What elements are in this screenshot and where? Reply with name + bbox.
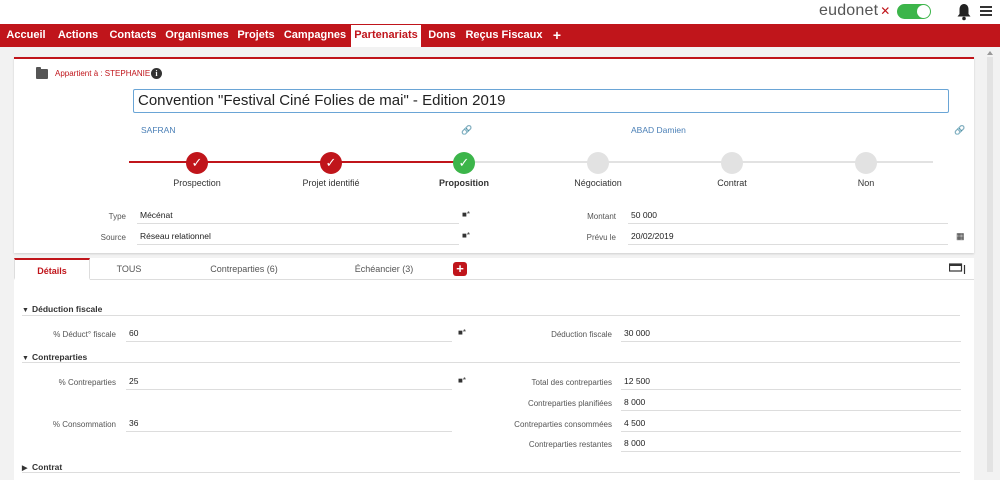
total-contreparties-label: Total des contreparties xyxy=(531,378,613,387)
nav-add-button[interactable]: + xyxy=(545,24,569,47)
organisme-link[interactable]: SAFRAN xyxy=(141,125,175,135)
add-tab-button[interactable]: + xyxy=(453,262,467,276)
hamburger-menu-icon[interactable] xyxy=(980,6,992,16)
mode-toggle[interactable] xyxy=(897,4,931,19)
expand-arrow-icon: ▶ xyxy=(22,465,28,472)
calendar-icon[interactable]: ▦ xyxy=(956,231,965,242)
total-contreparties-field[interactable]: 12 500 xyxy=(621,374,961,390)
link-icon[interactable]: 🔗 xyxy=(461,125,472,135)
bell-icon[interactable] xyxy=(956,3,972,21)
tab-contreparties[interactable]: Contreparties (6) xyxy=(189,258,299,280)
step-label: Non xyxy=(857,178,875,188)
nav-item-partenariats[interactable]: Partenariats xyxy=(351,25,421,47)
brand-name: eudonet xyxy=(819,2,879,19)
step-circle-projet-identifie[interactable]: ✓ xyxy=(320,152,342,174)
planned-contreparties-field[interactable]: 8 000 xyxy=(621,395,961,411)
source-field[interactable]: Réseau relationnel xyxy=(137,229,459,245)
nav-item-dons[interactable]: Dons xyxy=(421,24,463,47)
record-title-input[interactable]: Convention "Festival Ciné Folies de mai"… xyxy=(133,89,949,113)
deduction-amount-label: Déduction fiscale xyxy=(551,330,612,339)
step-circle-prospection[interactable]: ✓ xyxy=(186,152,208,174)
stepper-progress-line xyxy=(129,161,463,163)
step-label: Négociation xyxy=(574,178,622,188)
section-title: Contreparties xyxy=(32,352,88,362)
prevu-label: Prévu le xyxy=(586,233,616,242)
nav-item-campagnes[interactable]: Campagnes xyxy=(280,24,350,47)
remaining-contreparties-label: Contreparties restantes xyxy=(528,440,612,449)
folder-icon xyxy=(36,67,48,79)
step-label: Contrat xyxy=(717,178,747,188)
record-header-card: Appartient à : STEPHANIE i Convention "F… xyxy=(14,57,974,253)
section-deduction-fiscale[interactable]: ▼ Déduction fiscale xyxy=(22,304,102,314)
pct-deduction-label: % Déduct° fiscale xyxy=(53,330,116,339)
tabs-panel: Détails TOUS Contreparties (6) Échéancie… xyxy=(14,258,974,480)
folder-star-icon[interactable]: ■* xyxy=(462,231,470,240)
section-divider xyxy=(22,472,960,473)
planned-contreparties-label: Contreparties planifiées xyxy=(527,399,612,408)
montant-field[interactable]: 50 000 xyxy=(628,208,948,224)
nav-item-accueil[interactable]: Accueil xyxy=(0,24,52,47)
consumed-contreparties-field[interactable]: 4 500 xyxy=(621,416,961,432)
pct-contreparties-field[interactable]: 25 xyxy=(126,374,452,390)
step-label: Prospection xyxy=(173,178,221,188)
source-label: Source xyxy=(100,233,126,242)
layout-toggle-icon[interactable] xyxy=(949,263,967,275)
consumed-contreparties-label: Contreparties consommées xyxy=(514,420,612,429)
contact-link[interactable]: ABAD Damien xyxy=(631,125,686,135)
step-circle-contrat[interactable] xyxy=(721,152,743,174)
montant-label: Montant xyxy=(587,212,616,221)
tab-details[interactable]: Détails xyxy=(14,258,90,280)
remaining-contreparties-field[interactable]: 8 000 xyxy=(621,436,961,452)
scrollbar[interactable] xyxy=(987,57,993,472)
pct-consommation-label: % Consommation xyxy=(52,420,116,429)
nav-item-recus-fiscaux[interactable]: Reçus Fiscaux xyxy=(463,24,545,47)
section-contreparties[interactable]: ▼ Contreparties xyxy=(22,352,87,362)
section-title: Contrat xyxy=(32,462,63,472)
pct-consommation-field[interactable]: 36 xyxy=(126,416,452,432)
tab-echeancier[interactable]: Échéancier (3) xyxy=(334,258,434,280)
folder-star-icon[interactable]: ■* xyxy=(462,210,470,219)
nav-item-contacts[interactable]: Contacts xyxy=(104,24,162,47)
section-contrat[interactable]: ▶ Contrat xyxy=(22,462,62,472)
step-label: Projet identifié xyxy=(302,178,360,188)
brand-mark: ✕ xyxy=(880,4,891,18)
step-circle-negociation[interactable] xyxy=(587,152,609,174)
pct-contreparties-label: % Contreparties xyxy=(58,378,116,387)
type-label: Type xyxy=(108,212,126,221)
folder-star-icon[interactable]: ■* xyxy=(458,376,466,385)
brand-logo[interactable]: eudonet ✕ xyxy=(819,2,891,20)
section-divider xyxy=(22,362,960,363)
collapse-arrow-icon: ▼ xyxy=(22,355,29,362)
nav-item-actions[interactable]: Actions xyxy=(52,24,104,47)
folder-star-icon[interactable]: ■* xyxy=(458,328,466,337)
type-field[interactable]: Mécénat xyxy=(137,208,459,224)
prevu-field[interactable]: 20/02/2019 xyxy=(628,229,948,245)
collapse-arrow-icon: ▼ xyxy=(22,307,29,314)
main-nav: Accueil Actions Contacts Organismes Proj… xyxy=(0,24,1000,47)
nav-item-projets[interactable]: Projets xyxy=(232,24,280,47)
info-icon[interactable]: i xyxy=(151,68,162,79)
section-title: Déduction fiscale xyxy=(32,304,103,314)
step-circle-proposition[interactable]: ✓ xyxy=(453,152,475,174)
deduction-amount-field[interactable]: 30 000 xyxy=(621,326,961,342)
scroll-up-icon[interactable] xyxy=(987,50,993,56)
step-circle-non[interactable] xyxy=(855,152,877,174)
toggle-knob xyxy=(917,5,930,18)
nav-item-organismes[interactable]: Organismes xyxy=(162,24,232,47)
tabs-bar: Détails TOUS Contreparties (6) Échéancie… xyxy=(14,258,974,280)
link-icon[interactable]: 🔗 xyxy=(954,125,965,135)
tab-tous[interactable]: TOUS xyxy=(94,258,164,280)
step-label-current: Proposition xyxy=(439,178,489,188)
section-divider xyxy=(22,315,960,316)
pct-deduction-field[interactable]: 60 xyxy=(126,326,452,342)
top-bar: eudonet ✕ xyxy=(0,0,1000,24)
owner-label[interactable]: Appartient à : STEPHANIE xyxy=(55,69,150,78)
